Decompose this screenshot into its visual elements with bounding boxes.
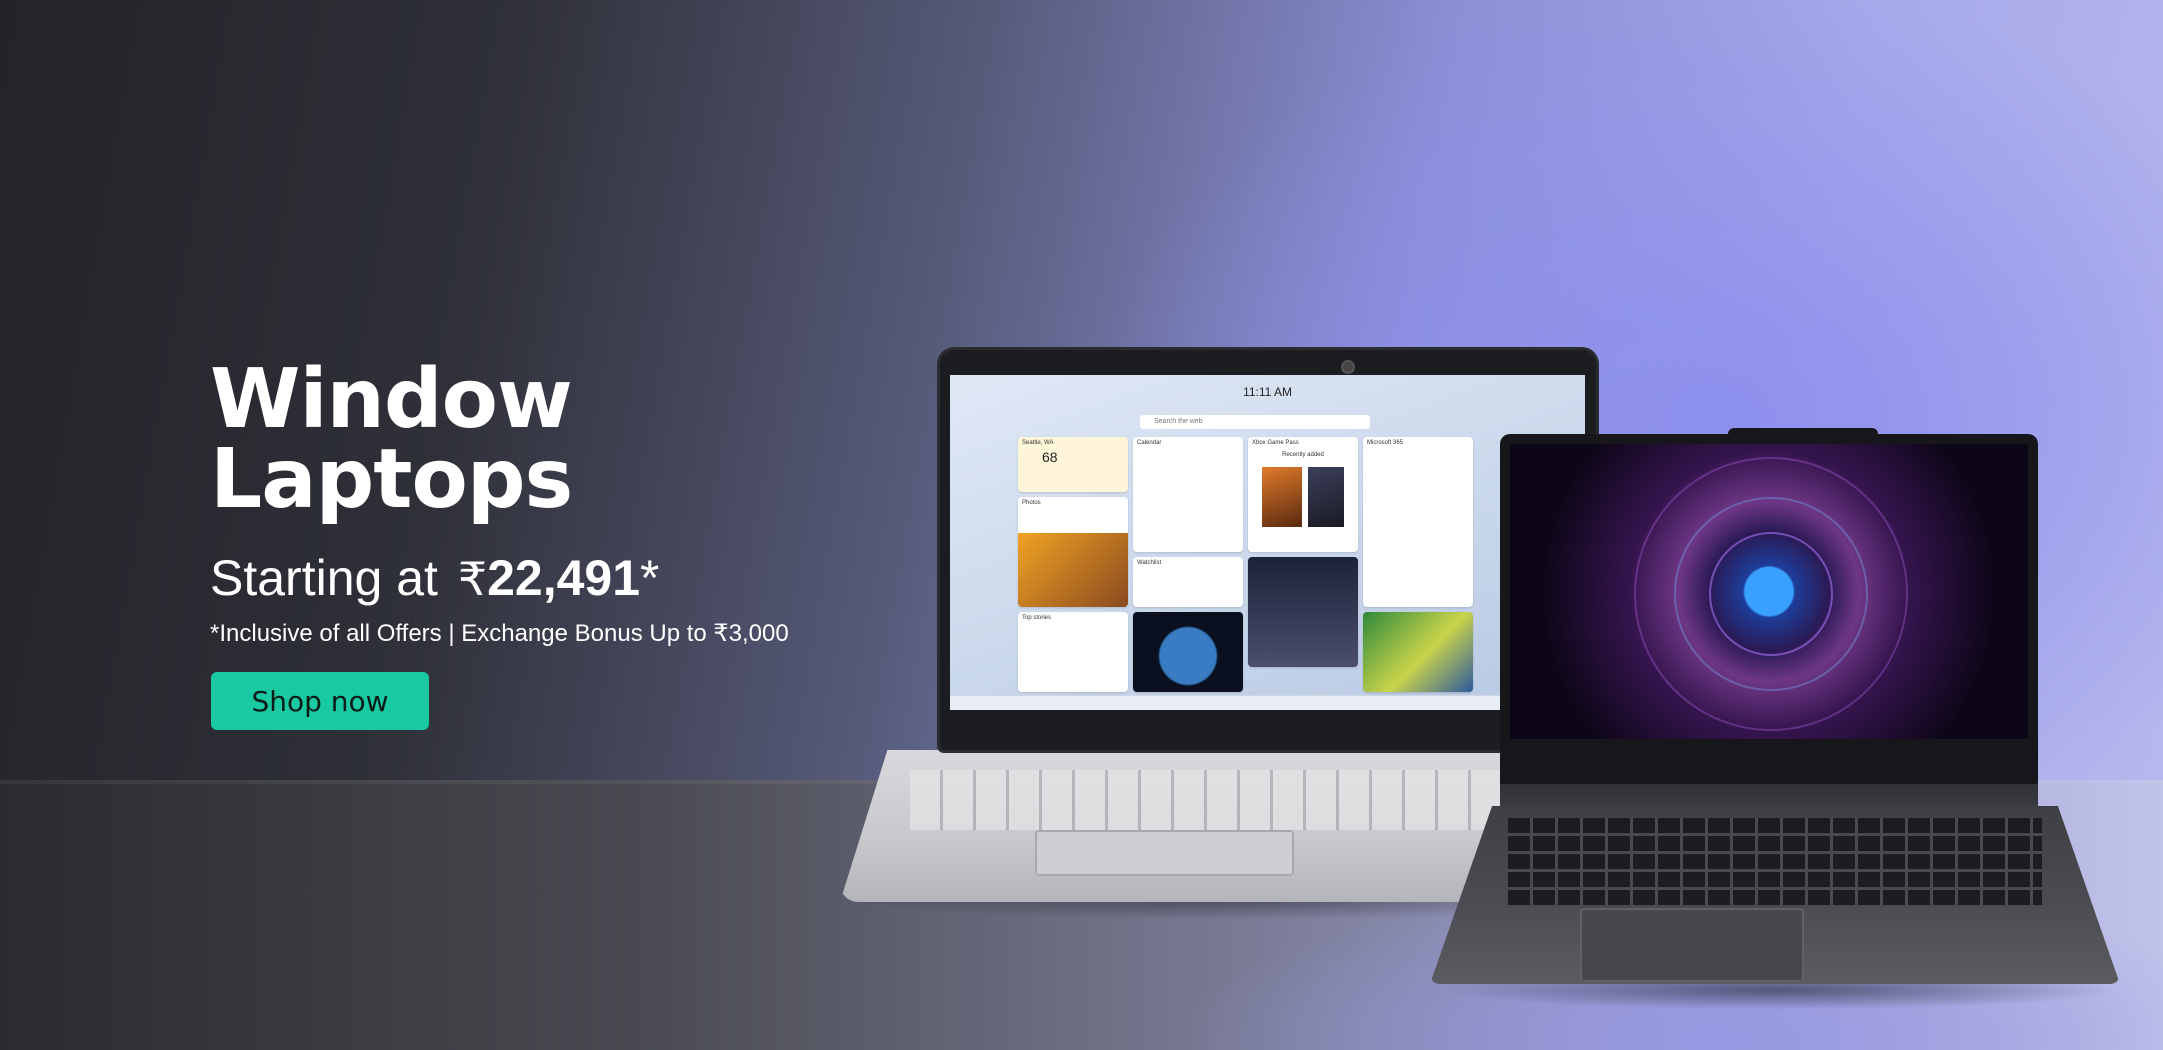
weather-widget-title: Seattle, WA	[1022, 440, 1054, 446]
calendar-widget-title: Calendar	[1137, 440, 1162, 446]
top-stories-widget: Top stories	[1018, 612, 1128, 692]
screen-search-bar: Search the web	[1140, 415, 1370, 429]
photo-thumbnail	[1018, 533, 1128, 607]
headline-line-2: Laptops	[210, 432, 573, 527]
starting-price: Starting at ₹22,491*	[210, 550, 789, 607]
dark-laptop-notch	[1728, 428, 1878, 442]
xbox-caption: Recently added	[1282, 452, 1324, 458]
photos-widget-title: Photos	[1022, 500, 1041, 506]
weather-widget: Seattle, WA 68	[1018, 437, 1128, 492]
dark-keyboard	[1508, 818, 2042, 908]
abstract-wallpaper-screen	[1510, 444, 2028, 739]
xbox-widget-title: Xbox Game Pass	[1252, 440, 1299, 446]
rupee-symbol: ₹	[457, 553, 488, 605]
hero-text-block: Window Laptops Starting at ₹22,491* *Inc…	[210, 359, 789, 649]
headline: Window Laptops	[210, 359, 770, 521]
price-prefix: Starting at	[210, 550, 438, 606]
dark-touchpad	[1580, 908, 1804, 982]
wallpaper-ring	[1634, 457, 1908, 731]
top-stories-widget-title: Top stories	[1022, 615, 1052, 621]
screen-clock: 11:11 AM	[1243, 385, 1292, 399]
weather-temp: 68	[1042, 449, 1058, 465]
earth-image-widget	[1133, 612, 1243, 692]
silver-touchpad	[1035, 830, 1294, 876]
calendar-widget: Calendar	[1133, 437, 1243, 552]
offer-disclaimer: *Inclusive of all Offers | Exchange Bonu…	[210, 620, 789, 647]
game-cover	[1262, 467, 1302, 527]
dark-laptop-image	[1430, 428, 2120, 1010]
shop-now-button[interactable]: Shop now	[211, 672, 429, 730]
game-cover	[1308, 467, 1344, 527]
xbox-widget: Xbox Game Pass Recently added	[1248, 437, 1358, 552]
watchlist-widget-title: Watchlist	[1137, 560, 1162, 566]
price-amount: 22,491	[487, 550, 641, 606]
hero-banner[interactable]: Window Laptops Starting at ₹22,491* *Inc…	[0, 0, 2163, 1050]
watchlist-widget: Watchlist	[1133, 557, 1243, 607]
photos-widget: Photos	[1018, 497, 1128, 607]
news-image-widget	[1248, 557, 1358, 667]
price-asterisk: *	[640, 550, 660, 606]
webcam-icon	[1341, 360, 1355, 374]
